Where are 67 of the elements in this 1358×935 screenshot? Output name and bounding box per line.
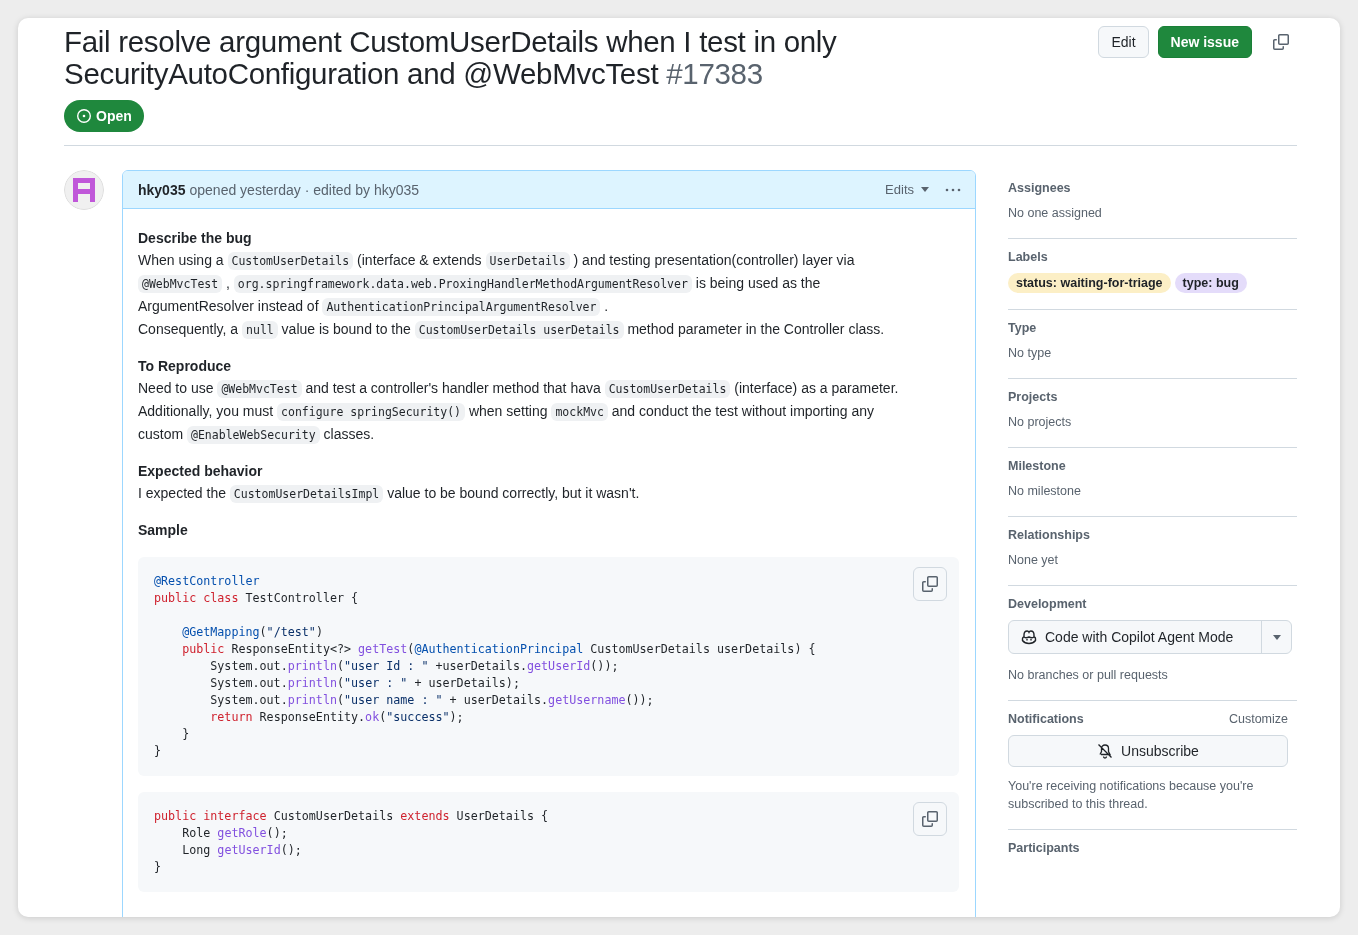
comment-meta: opened yesterday · edited by hky035 <box>189 181 421 198</box>
author-link[interactable]: hky035 <box>138 181 186 198</box>
paragraph-line: ArgumentResolver instead of AuthenticationPrincipalArgumentResolver . <box>138 297 610 318</box>
status-badge: Open <box>64 100 144 132</box>
edit-button[interactable]: Edit <box>1098 26 1149 58</box>
code-line: @RestController <box>154 573 261 590</box>
section-heading: Sample <box>138 521 189 540</box>
code-line: } <box>154 859 163 876</box>
sidebar-heading: Labels <box>1008 249 1049 266</box>
label-tag[interactable]: type: bug <box>1174 273 1247 293</box>
paragraph-line: Additionally, you must configure springSecurity() when setting mockMvc and conduct the test without importing any <box>138 402 876 423</box>
sidebar-heading: Projects <box>1008 389 1059 406</box>
paragraph-line: @WebMvcTest , org.springframework.data.web.ProxingHandlerMethodArgumentResolver is being used as the <box>138 272 959 295</box>
sidebar-heading: Notifications <box>1008 711 1084 728</box>
copy-button[interactable] <box>913 802 947 836</box>
sidebar-value: No type <box>1008 345 1053 362</box>
sidebar-heading: Development <box>1008 596 1088 613</box>
caret-icon <box>921 187 929 192</box>
code-line: Long getUserId(); <box>181 842 303 859</box>
sidebar-value: No milestone <box>1008 483 1082 500</box>
label-tag[interactable]: status: waiting-for-triage <box>1008 273 1171 293</box>
paragraph-line: I expected the CustomUserDetailsImpl value to be bound correctly, but it wasn't. <box>138 484 641 505</box>
section-heading: To Reproduce <box>138 357 233 376</box>
sidebar-value: No branches or pull requests <box>1008 667 1169 684</box>
new-issue-button[interactable]: New issue <box>1157 26 1252 58</box>
code-line: public class TestController { <box>154 590 360 607</box>
sidebar-heading: Relationships <box>1008 527 1091 544</box>
issue-title: Fail resolve argument CustomUserDetails when I test in only SecurityAutoConfiguration and @WebMvcTest #17383 <box>64 26 838 90</box>
sidebar-heading: Assignees <box>1008 180 1072 197</box>
sidebar-value: No one assigned <box>1008 205 1103 222</box>
avatar[interactable] <box>64 170 104 210</box>
copy-icon <box>922 576 938 592</box>
code-line: public interface CustomUserDetails extends UserDetails { <box>154 808 549 825</box>
sidebar-heading: Participants <box>1008 840 1081 857</box>
paragraph-line: When using a CustomUserDetails (interface & extends UserDetails ) and testing presentation(controller) layer via <box>138 251 856 272</box>
copy-button[interactable] <box>913 567 947 601</box>
paragraph-line: Need to use @WebMvcTest and test a controller's handler method that hava CustomUserDetails (interface) as a parameter. <box>138 379 900 400</box>
sidebar-value: None yet <box>1008 552 1060 569</box>
sidebar-value: No projects <box>1008 414 1073 431</box>
section-heading: Describe the bug <box>138 229 253 248</box>
unsubscribe-button[interactable]: Unsubscribe <box>1008 735 1288 767</box>
bell-off-icon <box>1097 743 1114 759</box>
code-line: } <box>181 726 191 743</box>
code-line: System.out.println("user : " + userDetails); <box>209 675 521 692</box>
copilot-icon <box>1021 629 1037 645</box>
section-heading: Expected behavior <box>138 462 264 481</box>
code-line: System.out.println("user name : " + userDetails.getUsername()); <box>209 692 655 709</box>
code-line: } <box>154 743 163 760</box>
kebab-icon <box>945 187 961 192</box>
edits-button[interactable]: Edits <box>875 182 939 197</box>
customize-link[interactable]: Customize <box>1228 709 1288 735</box>
copy-icon <box>922 811 938 827</box>
code-line: Role getRole(); <box>181 825 289 842</box>
notification-note: You're receiving notifications because you're subscribed to this thread. <box>1008 778 1255 813</box>
code-line: @GetMapping("/test") <box>181 624 324 641</box>
caret-icon <box>1272 634 1281 640</box>
paragraph-line: custom @EnableWebSecurity classes. <box>138 425 376 446</box>
copilot-split-button[interactable]: Code with Copilot Agent Mode <box>1008 620 1292 654</box>
paragraph-line: Consequently, a null value is bound to the CustomUserDetails userDetails method parameter in the Controller class. <box>138 320 886 341</box>
sidebar-heading: Milestone <box>1008 458 1067 475</box>
code-line: return ResponseEntity.ok("success"); <box>209 709 465 726</box>
copilot-button[interactable]: Code with Copilot Agent Mode <box>1009 621 1261 653</box>
issue-open-icon <box>76 108 92 124</box>
sidebar-heading: Type <box>1008 320 1038 337</box>
copy-icon <box>1273 34 1289 50</box>
code-line: public ResponseEntity<?> getTest(@AuthenticationPrincipal CustomUserDetails userDetails) { <box>181 641 816 658</box>
code-line: System.out.println("user Id : " +userDetails.getUserId()); <box>209 658 620 675</box>
